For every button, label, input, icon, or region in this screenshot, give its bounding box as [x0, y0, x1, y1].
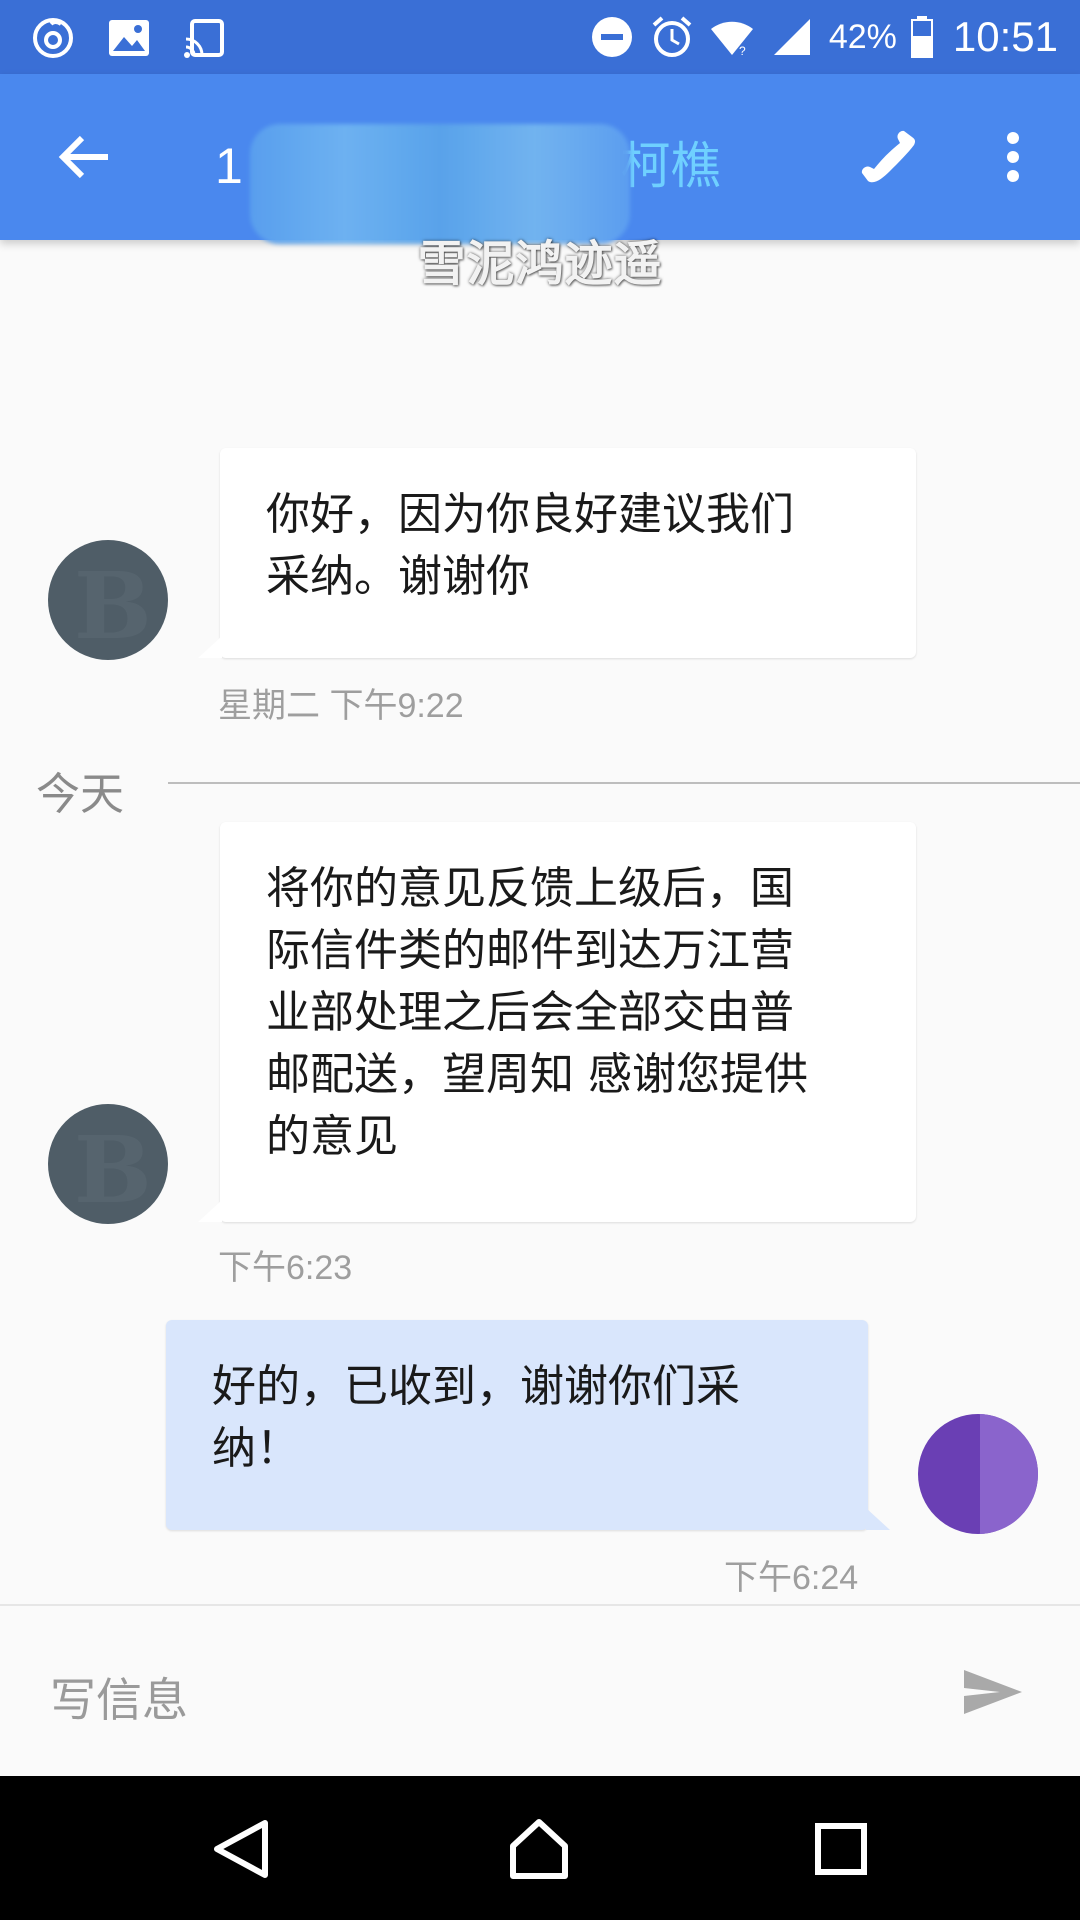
- avatar-letter-b: B: [74, 1116, 152, 1224]
- more-vert-icon: [1007, 132, 1019, 182]
- message-timestamp: 下午6:24: [724, 1559, 859, 1597]
- send-icon: [964, 1670, 1022, 1714]
- back-arrow-icon: [58, 135, 108, 179]
- nav-home-button[interactable]: [504, 1814, 574, 1884]
- battery-icon: [910, 14, 933, 60]
- navigation-bar: [0, 1776, 1080, 1920]
- compose-bar: 写信息: [0, 1604, 1080, 1776]
- cast-icon: [182, 15, 228, 61]
- message-line: 采纳。谢谢你: [266, 551, 530, 602]
- contact-avatar[interactable]: B: [48, 540, 168, 660]
- battery-percent: 42%: [828, 17, 897, 56]
- message-timestamp: 星期二 下午9:22: [218, 687, 464, 725]
- message-line: 纳！: [212, 1423, 300, 1474]
- signal-icon: [769, 14, 815, 60]
- message-line: 邮配送，望周知 感谢您提供: [266, 1049, 808, 1100]
- phone-icon: [861, 130, 916, 183]
- avatar-shade: [980, 1414, 1038, 1534]
- alarm-icon: [649, 14, 695, 60]
- watermark-text: 雪泥鸿迹遥: [417, 236, 663, 292]
- call-button[interactable]: [848, 119, 928, 195]
- message-line: 际信件类的邮件到达万江营: [266, 925, 794, 976]
- message-bubble[interactable]: 将你的意见反馈上级后，国 际信件类的邮件到达万江营 业部处理之后会全部交由普 邮…: [198, 822, 916, 1222]
- conversation-toolbar: 1 柯樵: [0, 74, 1080, 244]
- do-not-disturb-icon: [589, 14, 635, 60]
- nav-back-icon: [214, 1820, 268, 1878]
- image-icon: [106, 15, 152, 61]
- send-button[interactable]: [958, 1662, 1028, 1722]
- day-divider-label: 今天: [36, 769, 124, 820]
- status-bar-left: [30, 10, 228, 66]
- contact-name-prefix: 1: [215, 138, 243, 194]
- message-line: 业部处理之后会全部交由普: [266, 987, 794, 1038]
- nav-back-button[interactable]: [206, 1814, 276, 1884]
- back-button[interactable]: [46, 119, 122, 195]
- message-bubble[interactable]: 你好，因为你良好建议我们 采纳。谢谢你: [198, 448, 916, 658]
- message-bubble-outgoing[interactable]: 好的，已收到，谢谢你们采 纳！: [166, 1320, 890, 1530]
- nav-recents-button[interactable]: [806, 1814, 876, 1884]
- self-avatar[interactable]: [918, 1414, 1038, 1534]
- message-line: 的意见: [266, 1111, 398, 1162]
- compose-input[interactable]: 写信息: [50, 1664, 188, 1730]
- day-divider-line: [168, 782, 1080, 784]
- message-timestamp: 下午6:23: [218, 1249, 353, 1287]
- message-line: 你好，因为你良好建议我们: [266, 489, 794, 540]
- status-clock: 10:51: [952, 13, 1058, 60]
- contact-avatar[interactable]: B: [48, 1104, 168, 1224]
- netease-music-icon: [30, 15, 76, 61]
- svg-text:?: ?: [739, 44, 746, 57]
- message-line: 好的，已收到，谢谢你们采: [212, 1361, 740, 1412]
- nav-home-icon: [510, 1819, 568, 1879]
- wifi-icon: ?: [709, 14, 755, 60]
- status-bar-right: ? 42% 10:51: [589, 8, 1058, 66]
- status-bar: ? 42% 10:51: [0, 0, 1080, 74]
- avatar-letter-b: B: [74, 552, 152, 660]
- contact-name-suffix: 柯樵: [620, 138, 721, 194]
- nav-recents-icon: [815, 1823, 867, 1875]
- more-options-button[interactable]: [988, 119, 1038, 195]
- message-line: 将你的意见反馈上级后，国: [266, 863, 794, 914]
